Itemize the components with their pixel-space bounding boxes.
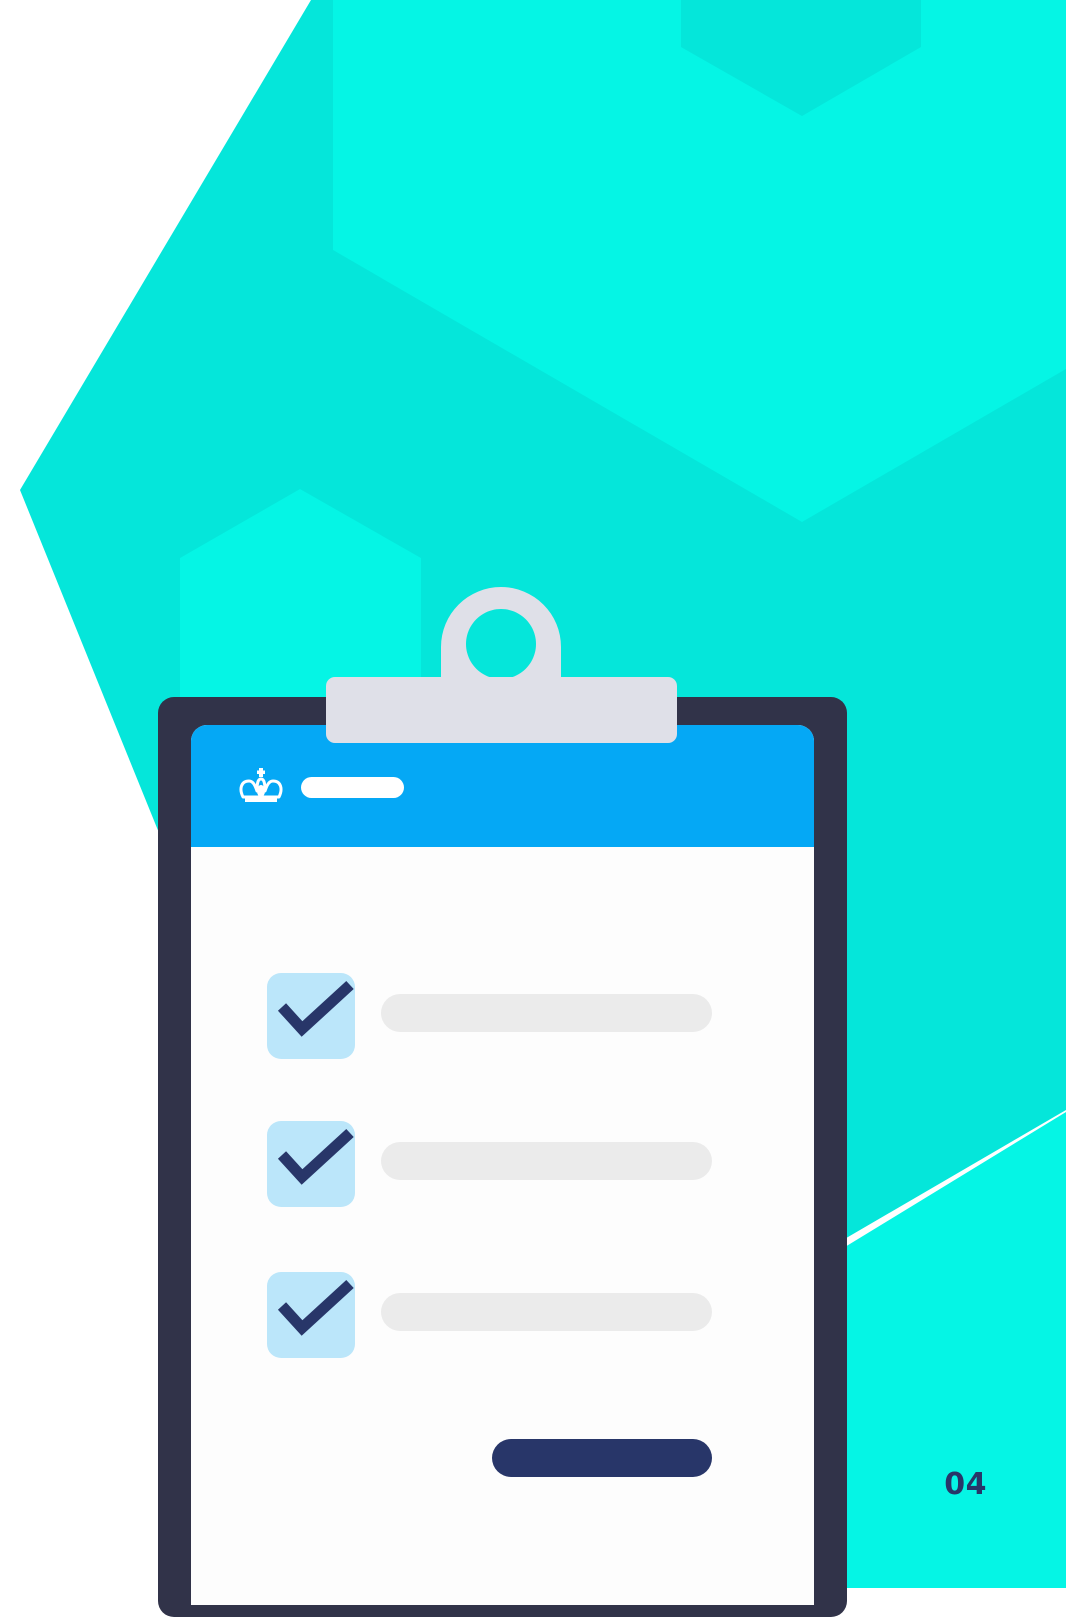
crown-icon: [239, 768, 283, 802]
checklist-item[interactable]: [191, 973, 814, 1061]
checkbox[interactable]: [267, 1121, 355, 1207]
item-text-placeholder: [381, 1142, 712, 1180]
checklist-paper: [191, 725, 814, 1605]
checkbox[interactable]: [267, 1272, 355, 1358]
header-title-placeholder: [301, 777, 404, 798]
checkmark-icon: [277, 1279, 354, 1336]
page-number: 04: [944, 1467, 987, 1502]
clipboard-clip-icon: [326, 587, 677, 743]
checklist-item[interactable]: [191, 1272, 814, 1360]
submit-button[interactable]: [492, 1439, 712, 1477]
item-text-placeholder: [381, 1293, 712, 1331]
item-text-placeholder: [381, 994, 712, 1032]
checkmark-icon: [277, 1128, 354, 1185]
checklist-item[interactable]: [191, 1121, 814, 1209]
checkmark-icon: [277, 980, 354, 1037]
checkbox[interactable]: [267, 973, 355, 1059]
